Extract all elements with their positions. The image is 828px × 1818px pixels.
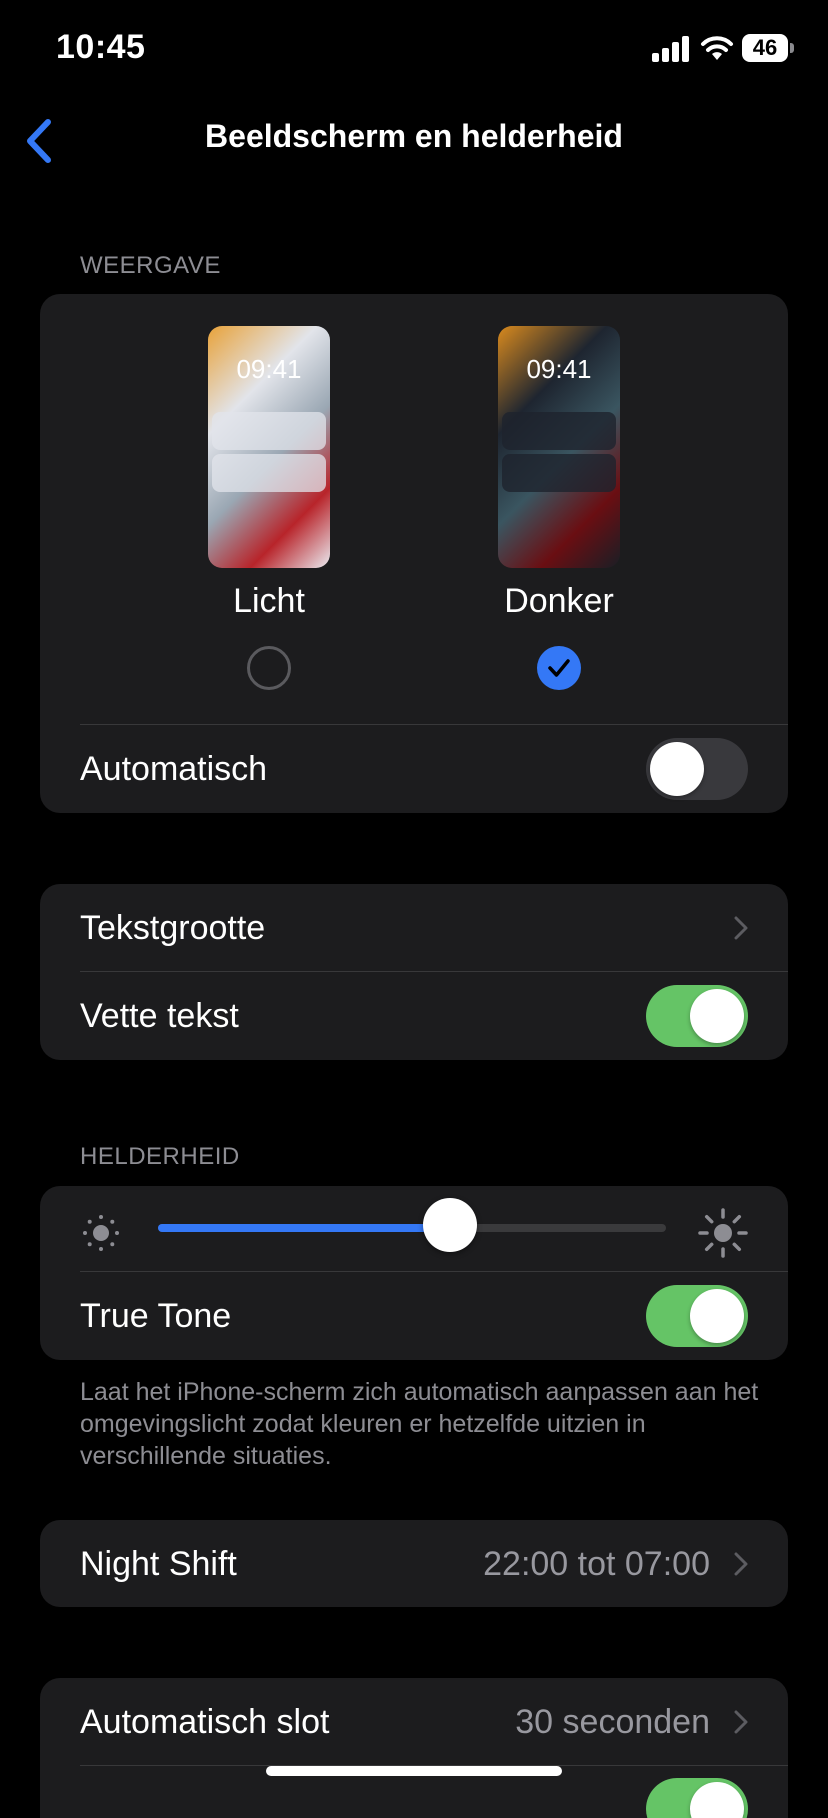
night-shift-row[interactable]: Night Shift 22:00 tot 07:00 [40,1520,788,1607]
preview-time: 09:41 [236,354,302,384]
light-mode-preview[interactable]: 09:41 [208,326,330,568]
home-indicator [266,1766,562,1776]
sun-min-icon [83,1215,119,1251]
slider-knob[interactable] [423,1198,478,1252]
preview-notification [212,412,326,450]
chevron-right-icon [734,1710,748,1734]
preview-notification [212,454,326,492]
preview-time: 09:41 [526,354,592,384]
signal-icon [652,34,690,62]
dark-mode-label: Donker [504,582,614,620]
night-shift-label: Night Shift [80,1545,237,1583]
bold-text-toggle[interactable] [646,985,748,1047]
brightness-group: True Tone [40,1186,788,1360]
chevron-right-icon [734,1552,748,1576]
text-size-row[interactable]: Tekstgrootte [40,884,788,972]
true-tone-toggle[interactable] [646,1285,748,1347]
auto-lock-label: Automatisch slot [80,1703,330,1741]
true-tone-footer: Laat het iPhone-scherm zich automatisch … [80,1378,759,1470]
light-mode-label: Licht [233,582,305,620]
text-size-label: Tekstgrootte [80,909,266,947]
wifi-icon [701,36,733,60]
section-header-appearance: WEERGAVE [80,252,221,279]
light-mode-radio[interactable] [247,646,291,690]
toggle-knob [650,742,704,796]
dark-mode-preview[interactable]: 09:41 [498,326,620,568]
dark-mode-radio[interactable] [537,646,581,690]
page-title: Beeldscherm en helderheid [205,118,623,154]
automatic-toggle[interactable] [646,738,748,800]
preview-notification [502,454,616,492]
auto-lock-row[interactable]: Automatisch slot 30 seconden [40,1678,788,1766]
night-shift-group: Night Shift 22:00 tot 07:00 [40,1520,788,1607]
preview-notification [502,412,616,450]
auto-lock-value: 30 seconden [515,1703,710,1741]
chevron-right-icon [734,916,748,940]
toggle-knob [690,1289,744,1343]
appearance-group: 09:41 Licht 09:41 Donker Automatisch [40,294,788,813]
battery-icon: 46 [742,34,788,62]
true-tone-label: True Tone [80,1297,232,1335]
bold-text-label: Vette tekst [80,997,239,1035]
battery-tip [790,43,794,53]
checkmark-icon [548,659,570,677]
toggle-knob [690,1782,744,1818]
automatic-row: Automatisch [40,725,788,813]
brightness-slider[interactable] [158,1198,666,1252]
sun-max-icon [698,1208,748,1258]
bold-text-row: Vette tekst [40,972,788,1060]
status-time: 10:45 [56,28,146,66]
toggle-knob [690,989,744,1043]
night-shift-value: 22:00 tot 07:00 [483,1545,710,1583]
text-group: Tekstgrootte Vette tekst [40,884,788,1060]
partial-toggle[interactable] [646,1778,748,1818]
section-header-brightness: HELDERHEID [80,1143,240,1170]
automatic-label: Automatisch [80,750,268,788]
slider-fill [158,1224,451,1232]
true-tone-row: True Tone [40,1272,788,1360]
auto-lock-group: Automatisch slot 30 seconden [40,1678,788,1818]
